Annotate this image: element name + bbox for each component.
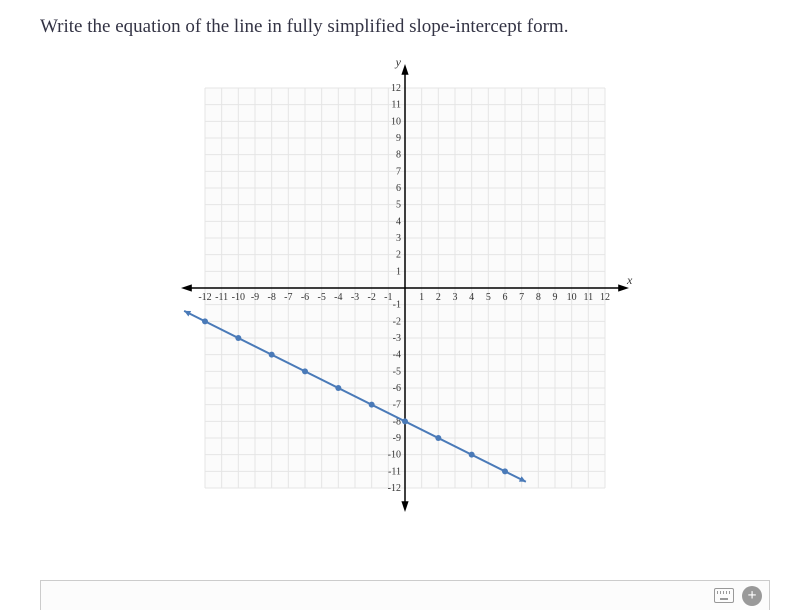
data-point xyxy=(335,385,341,391)
y-tick: 8 xyxy=(396,150,401,161)
x-tick: 7 xyxy=(519,292,524,303)
y-tick: 2 xyxy=(396,250,401,261)
y-tick: -12 xyxy=(388,483,401,494)
data-point xyxy=(269,352,275,358)
y-tick: 6 xyxy=(396,183,401,194)
x-tick: 9 xyxy=(553,292,558,303)
y-tick: -5 xyxy=(393,366,401,377)
x-tick: -5 xyxy=(317,292,325,303)
x-tick: -8 xyxy=(267,292,275,303)
x-tick: -1 xyxy=(384,292,392,303)
y-tick: 3 xyxy=(396,233,401,244)
add-icon[interactable]: + xyxy=(741,585,763,607)
x-tick: -9 xyxy=(251,292,259,303)
chart-container: xy-12-11-10-9-8-7-6-5-4-3-2-112345678910… xyxy=(40,58,770,518)
keyboard-icon[interactable] xyxy=(713,585,735,607)
x-tick: -11 xyxy=(215,292,228,303)
data-point xyxy=(402,418,408,424)
y-tick: -7 xyxy=(393,400,401,411)
x-tick: 10 xyxy=(567,292,577,303)
x-tick: 8 xyxy=(536,292,541,303)
x-tick: 5 xyxy=(486,292,491,303)
coordinate-plane: xy-12-11-10-9-8-7-6-5-4-3-2-112345678910… xyxy=(175,58,635,518)
y-tick: 4 xyxy=(396,216,401,227)
question-text: Write the equation of the line in fully … xyxy=(40,16,770,38)
y-tick: -6 xyxy=(393,383,401,394)
data-point xyxy=(202,318,208,324)
y-tick: -10 xyxy=(388,450,401,461)
y-tick: 12 xyxy=(391,83,401,94)
y-tick: -4 xyxy=(393,350,401,361)
x-tick: 3 xyxy=(453,292,458,303)
y-tick: 9 xyxy=(396,133,401,144)
y-axis-label: y xyxy=(395,58,402,69)
y-tick: 7 xyxy=(396,166,401,177)
x-tick: -12 xyxy=(198,292,211,303)
answer-toolbar: + xyxy=(40,580,770,610)
y-tick: -2 xyxy=(393,316,401,327)
data-point xyxy=(235,335,241,341)
y-tick: 5 xyxy=(396,200,401,211)
x-axis-label: x xyxy=(626,273,633,287)
data-point xyxy=(302,368,308,374)
y-tick: 1 xyxy=(396,266,401,277)
x-tick: -7 xyxy=(284,292,292,303)
x-tick: -4 xyxy=(334,292,342,303)
data-point xyxy=(502,468,508,474)
x-tick: 4 xyxy=(469,292,474,303)
data-point xyxy=(369,402,375,408)
data-point xyxy=(435,435,441,441)
x-tick: 1 xyxy=(419,292,424,303)
y-tick: -9 xyxy=(393,433,401,444)
x-tick: -6 xyxy=(301,292,309,303)
x-tick: 12 xyxy=(600,292,610,303)
x-tick: -3 xyxy=(351,292,359,303)
x-tick: 2 xyxy=(436,292,441,303)
x-tick: 11 xyxy=(584,292,594,303)
y-tick: -11 xyxy=(388,466,401,477)
x-tick: -10 xyxy=(232,292,245,303)
y-tick: -3 xyxy=(393,333,401,344)
x-tick: -2 xyxy=(367,292,375,303)
data-point xyxy=(469,452,475,458)
y-tick: 10 xyxy=(391,116,401,127)
y-tick: 11 xyxy=(391,100,401,111)
x-tick: 6 xyxy=(503,292,508,303)
y-tick: -1 xyxy=(393,300,401,311)
